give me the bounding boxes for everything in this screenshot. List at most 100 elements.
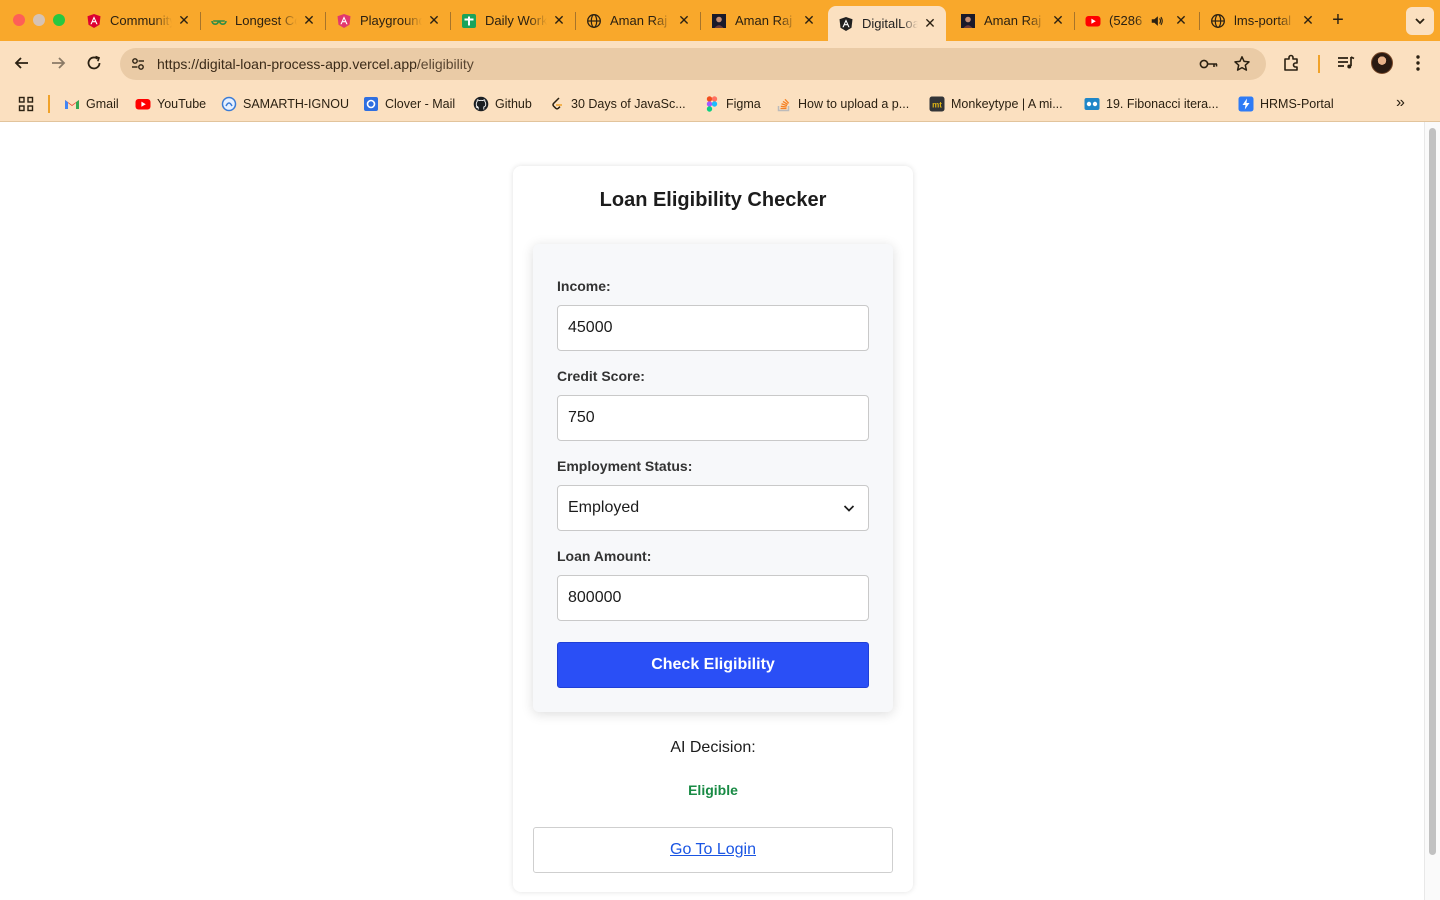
media-control-icon[interactable] bbox=[1335, 52, 1357, 74]
bookmark-label: Github bbox=[495, 97, 532, 111]
bookmark-github[interactable]: Github bbox=[473, 95, 532, 113]
bookmark-label: 19. Fibonacci itera... bbox=[1106, 97, 1219, 111]
employment-status-value: Employed bbox=[568, 499, 640, 516]
github-icon bbox=[473, 96, 489, 112]
eligibility-card: Loan Eligibility Checker Income: 45000 C… bbox=[513, 166, 913, 892]
stackoverflow-icon bbox=[776, 96, 792, 112]
close-icon[interactable]: ✕ bbox=[1173, 12, 1189, 29]
bookmark-30-days-of-javascript[interactable]: 30 Days of JavaSc... bbox=[549, 95, 686, 113]
window-zoom-button[interactable] bbox=[53, 14, 65, 26]
window-close-button[interactable] bbox=[13, 14, 25, 26]
tab-youtube[interactable]: (5286 ✕ bbox=[1075, 6, 1200, 35]
credit-score-input[interactable]: 750 bbox=[557, 395, 869, 441]
bookmark-star-icon[interactable] bbox=[1232, 54, 1252, 74]
tab-search-button[interactable] bbox=[1406, 7, 1434, 35]
tab-aman-raj-2[interactable]: Aman Raj ✕ bbox=[701, 6, 825, 35]
tab-strip: Community ✕ Longest Common ✕ Playground … bbox=[0, 0, 1440, 41]
samarth-icon bbox=[221, 96, 237, 112]
tab-title: Community bbox=[110, 13, 172, 28]
chevron-down-icon bbox=[843, 505, 855, 512]
page-title: Loan Eligibility Checker bbox=[599, 189, 827, 211]
close-icon[interactable]: ✕ bbox=[1050, 12, 1066, 29]
address-bar[interactable]: https://digital-loan-process-app.vercel.… bbox=[120, 48, 1266, 80]
ai-decision-label: AI Decision: bbox=[670, 739, 756, 756]
eligibility-form: Income: 45000 Credit Score: 750 Employme… bbox=[533, 244, 893, 712]
more-menu-icon[interactable] bbox=[1407, 52, 1429, 74]
ai-decision-result: Eligible bbox=[688, 782, 738, 798]
close-icon[interactable]: ✕ bbox=[176, 12, 192, 29]
login-container: Go To Login bbox=[533, 827, 893, 873]
tab-aman-raj-3[interactable]: Aman Raj ✕ bbox=[950, 6, 1075, 35]
tab-playground[interactable]: Playground ✕ bbox=[326, 6, 451, 35]
geeksforgeeks-icon bbox=[211, 13, 227, 29]
site-settings-icon[interactable] bbox=[128, 54, 148, 74]
close-icon[interactable]: ✕ bbox=[922, 15, 938, 32]
tab-title: Longest Common bbox=[235, 13, 297, 28]
url-path: /eligibility bbox=[416, 56, 474, 72]
tab-digitalloan[interactable]: DigitalLoan ✕ bbox=[828, 6, 946, 41]
tab-title: DigitalLoan bbox=[862, 16, 918, 31]
close-icon[interactable]: ✕ bbox=[551, 12, 567, 29]
speaker-icon[interactable] bbox=[1149, 13, 1165, 29]
bookmark-label: Monkeytype | A mi... bbox=[951, 97, 1063, 111]
apps-grid-button[interactable] bbox=[18, 95, 40, 113]
income-input[interactable]: 45000 bbox=[557, 305, 869, 351]
employment-status-label: Employment Status: bbox=[557, 458, 693, 474]
globe-icon bbox=[1210, 13, 1226, 29]
bookmark-youtube[interactable]: YouTube bbox=[135, 95, 206, 113]
new-tab-button[interactable]: + bbox=[1328, 10, 1348, 30]
video-icon bbox=[1084, 96, 1100, 112]
scrollbar-thumb[interactable] bbox=[1429, 128, 1436, 855]
bookmark-label: Clover - Mail bbox=[385, 97, 456, 111]
chevron-down-icon bbox=[1415, 18, 1425, 25]
tab-community[interactable]: Community ✕ bbox=[76, 6, 201, 35]
bookmark-clover-mail[interactable]: Clover - Mail bbox=[363, 95, 455, 113]
tab-title: (5286 bbox=[1109, 13, 1143, 28]
tab-longest-common[interactable]: Longest Common ✕ bbox=[201, 6, 326, 35]
close-icon[interactable]: ✕ bbox=[801, 12, 817, 29]
loan-amount-input[interactable]: 800000 bbox=[557, 575, 869, 621]
close-icon[interactable]: ✕ bbox=[426, 12, 442, 29]
bookmark-hrms-portal[interactable]: HRMS-Portal bbox=[1238, 95, 1334, 113]
bookmarks-separator bbox=[48, 95, 50, 113]
bookmark-fibonacci[interactable]: 19. Fibonacci itera... bbox=[1084, 95, 1219, 113]
bookmarks-overflow-icon[interactable]: » bbox=[1396, 94, 1405, 112]
profile-photo-icon bbox=[960, 13, 976, 29]
bookmark-gmail[interactable]: Gmail bbox=[64, 95, 119, 113]
check-eligibility-button[interactable]: Check Eligibility bbox=[557, 642, 869, 688]
go-to-login-link[interactable]: Go To Login bbox=[534, 841, 892, 859]
password-key-icon[interactable] bbox=[1199, 54, 1219, 74]
tab-aman-raj-1[interactable]: Aman Raj ✕ bbox=[576, 6, 701, 35]
forward-button[interactable] bbox=[46, 51, 70, 75]
credit-score-label: Credit Score: bbox=[557, 368, 645, 384]
bookmark-label: SAMARTH-IGNOU bbox=[243, 97, 350, 111]
tab-title: Daily Work bbox=[485, 13, 547, 28]
bookmark-label: Figma bbox=[726, 97, 761, 111]
window-minimize-button[interactable] bbox=[33, 14, 45, 26]
close-icon[interactable]: ✕ bbox=[301, 12, 317, 29]
profile-avatar[interactable] bbox=[1371, 52, 1393, 74]
close-icon[interactable]: ✕ bbox=[1300, 12, 1316, 29]
tab-lms-portal[interactable]: lms-portal ✕ bbox=[1200, 6, 1324, 35]
leetcode-icon bbox=[549, 96, 565, 112]
employment-status-select[interactable]: Employed bbox=[557, 485, 869, 531]
arrow-left-icon bbox=[14, 57, 28, 69]
tab-title: Aman Raj bbox=[984, 13, 1042, 28]
monkeytype-icon: mt bbox=[929, 96, 945, 112]
close-icon[interactable]: ✕ bbox=[676, 12, 692, 29]
globe-icon bbox=[586, 13, 602, 29]
bookmark-figma[interactable]: Figma bbox=[704, 95, 761, 113]
bookmark-samarth-ignou[interactable]: SAMARTH-IGNOU bbox=[221, 95, 349, 113]
reload-button[interactable] bbox=[82, 51, 106, 75]
toolbar-separator bbox=[1318, 55, 1320, 73]
bookmark-monkeytype[interactable]: mt Monkeytype | A mi... bbox=[929, 95, 1063, 113]
bookmark-how-to-upload[interactable]: How to upload a p... bbox=[776, 95, 909, 113]
back-button[interactable] bbox=[10, 51, 34, 75]
tab-daily-work[interactable]: Daily Work ✕ bbox=[451, 6, 576, 35]
browser-toolbar: https://digital-loan-process-app.vercel.… bbox=[0, 41, 1440, 86]
reload-icon bbox=[87, 55, 101, 70]
bookmark-label: How to upload a p... bbox=[798, 97, 910, 111]
extensions-icon[interactable] bbox=[1281, 52, 1303, 74]
tab-title: Aman Raj bbox=[735, 13, 793, 28]
bookmarks-bar: Gmail YouTube SAMARTH-IGNOU Clover - Mai… bbox=[0, 86, 1440, 122]
